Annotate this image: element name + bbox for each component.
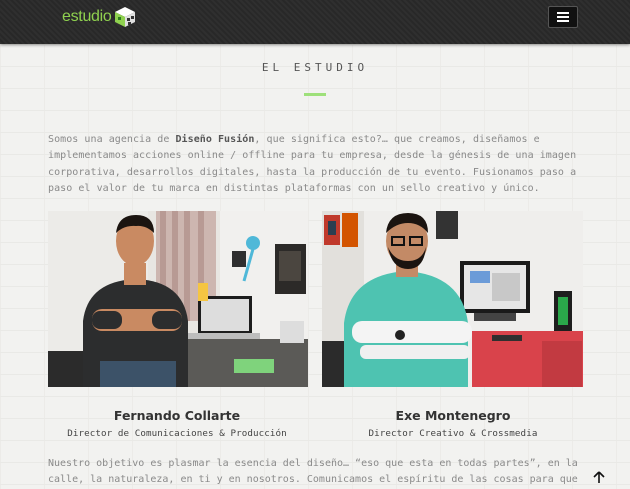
outro-line: calle, la naturaleza, en ti y en nosotro…	[48, 474, 578, 486]
scroll-to-top-icon[interactable]	[592, 470, 606, 484]
title-underline	[304, 93, 326, 96]
team-photo-exe	[322, 211, 583, 387]
logo[interactable]: estudio	[62, 6, 136, 28]
outro-paragraph: Nuestro objetivo es plasmar la esencia d…	[48, 456, 588, 489]
office-photo-illustration	[322, 211, 583, 387]
hamburger-menu-icon	[557, 12, 569, 14]
intro-text-start: Somos una agencia de	[48, 134, 176, 145]
intro-paragraph: Somos una agencia de Diseño Fusión, que …	[48, 132, 588, 197]
outro-line: Nuestro objetivo es plasmar la esencia d…	[48, 458, 578, 469]
top-navbar: estudio	[0, 0, 630, 44]
section-title: EL ESTUDIO	[261, 61, 369, 74]
team-member-name: Exe Montenegro	[395, 408, 511, 423]
menu-button[interactable]	[548, 6, 578, 28]
intro-highlight: Diseño Fusión	[175, 134, 255, 145]
team-photo-fernando	[48, 211, 308, 387]
team-member-name: Fernando Collarte	[113, 408, 241, 423]
logo-text: estudio	[62, 8, 112, 25]
logo-cube-icon	[114, 7, 135, 27]
office-photo-illustration	[48, 211, 308, 387]
team-member-role: Director Creativo & Crossmedia	[368, 428, 538, 439]
team-member-role: Director de Comunicaciones & Producción	[67, 428, 287, 439]
